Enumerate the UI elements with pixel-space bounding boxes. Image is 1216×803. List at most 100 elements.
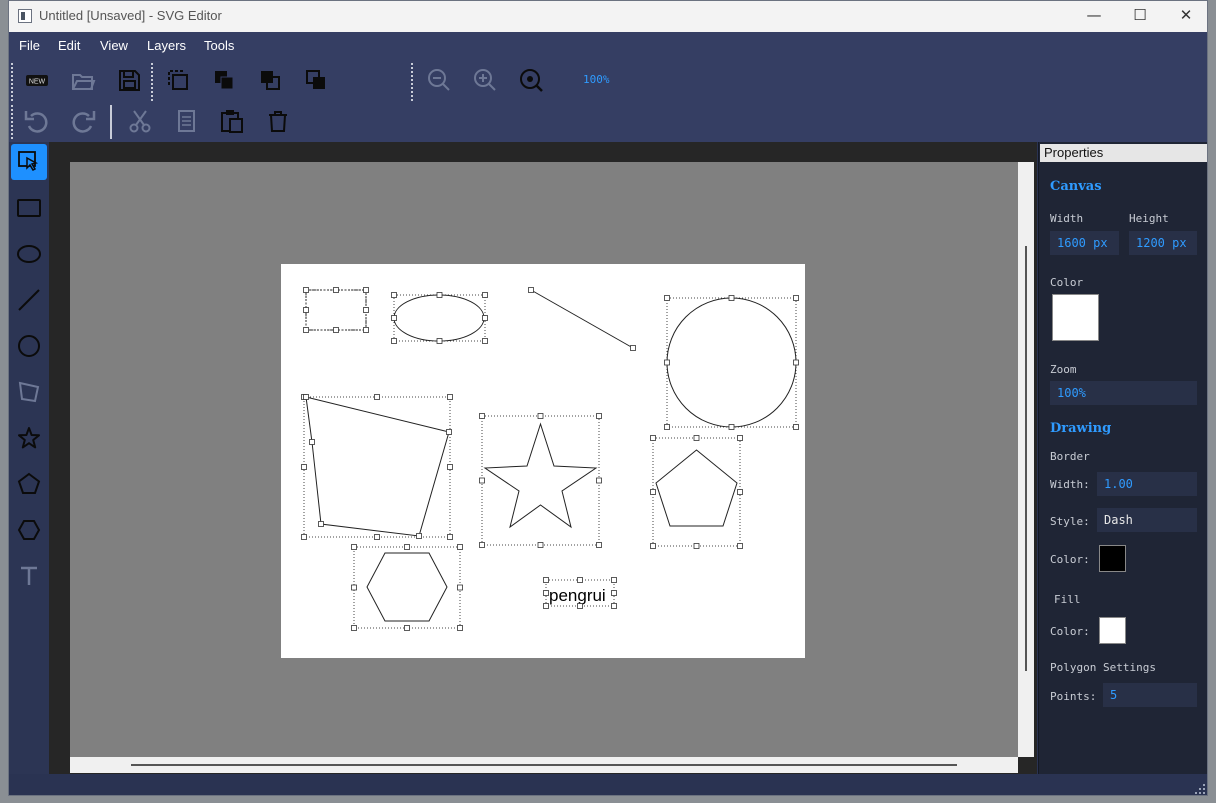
resize-handle[interactable] bbox=[457, 625, 463, 631]
toolbar-grip[interactable] bbox=[11, 105, 13, 139]
rectangle-tool[interactable] bbox=[11, 190, 47, 226]
resize-handle[interactable] bbox=[333, 287, 339, 293]
canvas-height-field[interactable]: 1200 px bbox=[1129, 231, 1197, 255]
resize-handle[interactable] bbox=[446, 429, 452, 435]
circle-tool[interactable] bbox=[11, 328, 47, 364]
resize-handle[interactable] bbox=[301, 464, 307, 470]
resize-handle[interactable] bbox=[793, 295, 799, 301]
line-tool[interactable] bbox=[11, 282, 47, 318]
resize-handle[interactable] bbox=[391, 292, 397, 298]
zoom-out-icon[interactable] bbox=[425, 66, 453, 94]
resize-handle[interactable] bbox=[611, 603, 617, 609]
shape-circle[interactable] bbox=[666, 297, 797, 428]
shape-line[interactable] bbox=[530, 289, 634, 349]
resize-handle[interactable] bbox=[577, 603, 583, 609]
resize-handle[interactable] bbox=[318, 521, 324, 527]
undo-icon[interactable] bbox=[23, 107, 51, 135]
canvas-width-field[interactable]: 1600 px bbox=[1050, 231, 1119, 255]
resize-handle[interactable] bbox=[479, 477, 485, 484]
polygon-tool[interactable] bbox=[11, 374, 47, 410]
resize-handle[interactable] bbox=[728, 295, 735, 301]
send-backward-icon[interactable] bbox=[256, 66, 284, 94]
selection-handles[interactable] bbox=[301, 287, 799, 631]
shape-rectangle[interactable] bbox=[305, 289, 367, 331]
border-color-swatch[interactable] bbox=[1099, 545, 1126, 572]
toolbar-grip[interactable] bbox=[151, 63, 153, 101]
border-width-field[interactable]: 1.00 bbox=[1097, 472, 1197, 496]
resize-handle[interactable] bbox=[482, 315, 488, 321]
toolbar-grip[interactable] bbox=[11, 63, 13, 101]
shape-hexagon[interactable] bbox=[353, 546, 461, 629]
group-icon[interactable] bbox=[302, 66, 330, 94]
border-style-select[interactable]: Dash bbox=[1097, 508, 1197, 532]
resize-handle[interactable] bbox=[404, 625, 410, 631]
resize-handle[interactable] bbox=[611, 590, 617, 596]
redo-icon[interactable] bbox=[69, 107, 97, 135]
star-tool[interactable] bbox=[11, 420, 47, 456]
resize-handle[interactable] bbox=[301, 534, 307, 540]
resize-handle[interactable] bbox=[793, 359, 799, 366]
resize-handle[interactable] bbox=[596, 542, 602, 548]
resize-handle[interactable] bbox=[363, 327, 369, 333]
resize-handle[interactable] bbox=[793, 424, 799, 430]
resize-handle[interactable] bbox=[728, 424, 735, 430]
resize-handle[interactable] bbox=[391, 338, 397, 344]
resize-handle[interactable] bbox=[543, 577, 549, 583]
open-folder-icon[interactable] bbox=[69, 66, 97, 94]
minimize-button[interactable]: — bbox=[1071, 1, 1117, 32]
zoom-fit-icon[interactable] bbox=[517, 66, 545, 94]
resize-handle[interactable] bbox=[543, 603, 549, 609]
vertical-scrollbar[interactable] bbox=[1018, 162, 1034, 757]
fill-color-swatch[interactable] bbox=[1099, 617, 1126, 644]
drawing-page[interactable]: pengrui bbox=[281, 264, 805, 658]
save-icon[interactable] bbox=[115, 66, 143, 94]
resize-handle[interactable] bbox=[363, 287, 369, 293]
resize-handle[interactable] bbox=[436, 338, 443, 344]
menu-edit[interactable]: Edit bbox=[58, 38, 80, 53]
resize-handle[interactable] bbox=[596, 477, 602, 484]
copy-icon[interactable] bbox=[172, 107, 200, 135]
delete-icon[interactable] bbox=[264, 107, 292, 135]
resize-handle[interactable] bbox=[664, 295, 670, 301]
resize-handle[interactable] bbox=[611, 577, 617, 583]
resize-handle[interactable] bbox=[693, 543, 700, 549]
resize-handle[interactable] bbox=[457, 584, 463, 591]
resize-handle[interactable] bbox=[630, 345, 636, 351]
resize-handle[interactable] bbox=[404, 544, 410, 550]
vertical-scroll-thumb[interactable] bbox=[1025, 246, 1027, 671]
menu-tools[interactable]: Tools bbox=[204, 38, 234, 53]
toolbar-grip[interactable] bbox=[411, 63, 413, 101]
resize-handle[interactable] bbox=[447, 534, 453, 540]
shape-polygon[interactable] bbox=[303, 396, 451, 538]
resize-handle[interactable] bbox=[482, 338, 488, 344]
resize-handle[interactable] bbox=[303, 327, 309, 333]
resize-handle[interactable] bbox=[693, 435, 700, 441]
duplicate-icon[interactable] bbox=[164, 66, 192, 94]
horizontal-scrollbar[interactable] bbox=[70, 757, 1018, 773]
pentagon-tool[interactable] bbox=[11, 466, 47, 502]
menu-view[interactable]: View bbox=[100, 38, 128, 53]
menu-layers[interactable]: Layers bbox=[147, 38, 186, 53]
resize-handle[interactable] bbox=[363, 307, 369, 313]
new-document-icon[interactable]: NEW bbox=[23, 66, 51, 94]
resize-handle[interactable] bbox=[650, 543, 656, 549]
resize-handle[interactable] bbox=[333, 327, 339, 333]
resize-handle[interactable] bbox=[650, 435, 656, 441]
resize-handle[interactable] bbox=[537, 413, 544, 419]
resize-handle[interactable] bbox=[482, 292, 488, 298]
resize-grip-icon[interactable] bbox=[1195, 784, 1205, 794]
resize-handle[interactable] bbox=[737, 543, 743, 549]
resize-handle[interactable] bbox=[436, 292, 443, 298]
text-tool[interactable] bbox=[11, 558, 47, 594]
resize-handle[interactable] bbox=[737, 489, 743, 495]
shape-pentagon[interactable] bbox=[652, 437, 741, 547]
menu-file[interactable]: File bbox=[19, 38, 40, 53]
resize-handle[interactable] bbox=[351, 544, 357, 550]
resize-handle[interactable] bbox=[303, 287, 309, 293]
resize-handle[interactable] bbox=[303, 394, 309, 400]
resize-handle[interactable] bbox=[447, 394, 453, 400]
resize-handle[interactable] bbox=[528, 287, 534, 293]
canvas-color-swatch[interactable] bbox=[1052, 294, 1099, 341]
resize-handle[interactable] bbox=[577, 577, 583, 583]
ellipse-tool[interactable] bbox=[11, 236, 47, 272]
